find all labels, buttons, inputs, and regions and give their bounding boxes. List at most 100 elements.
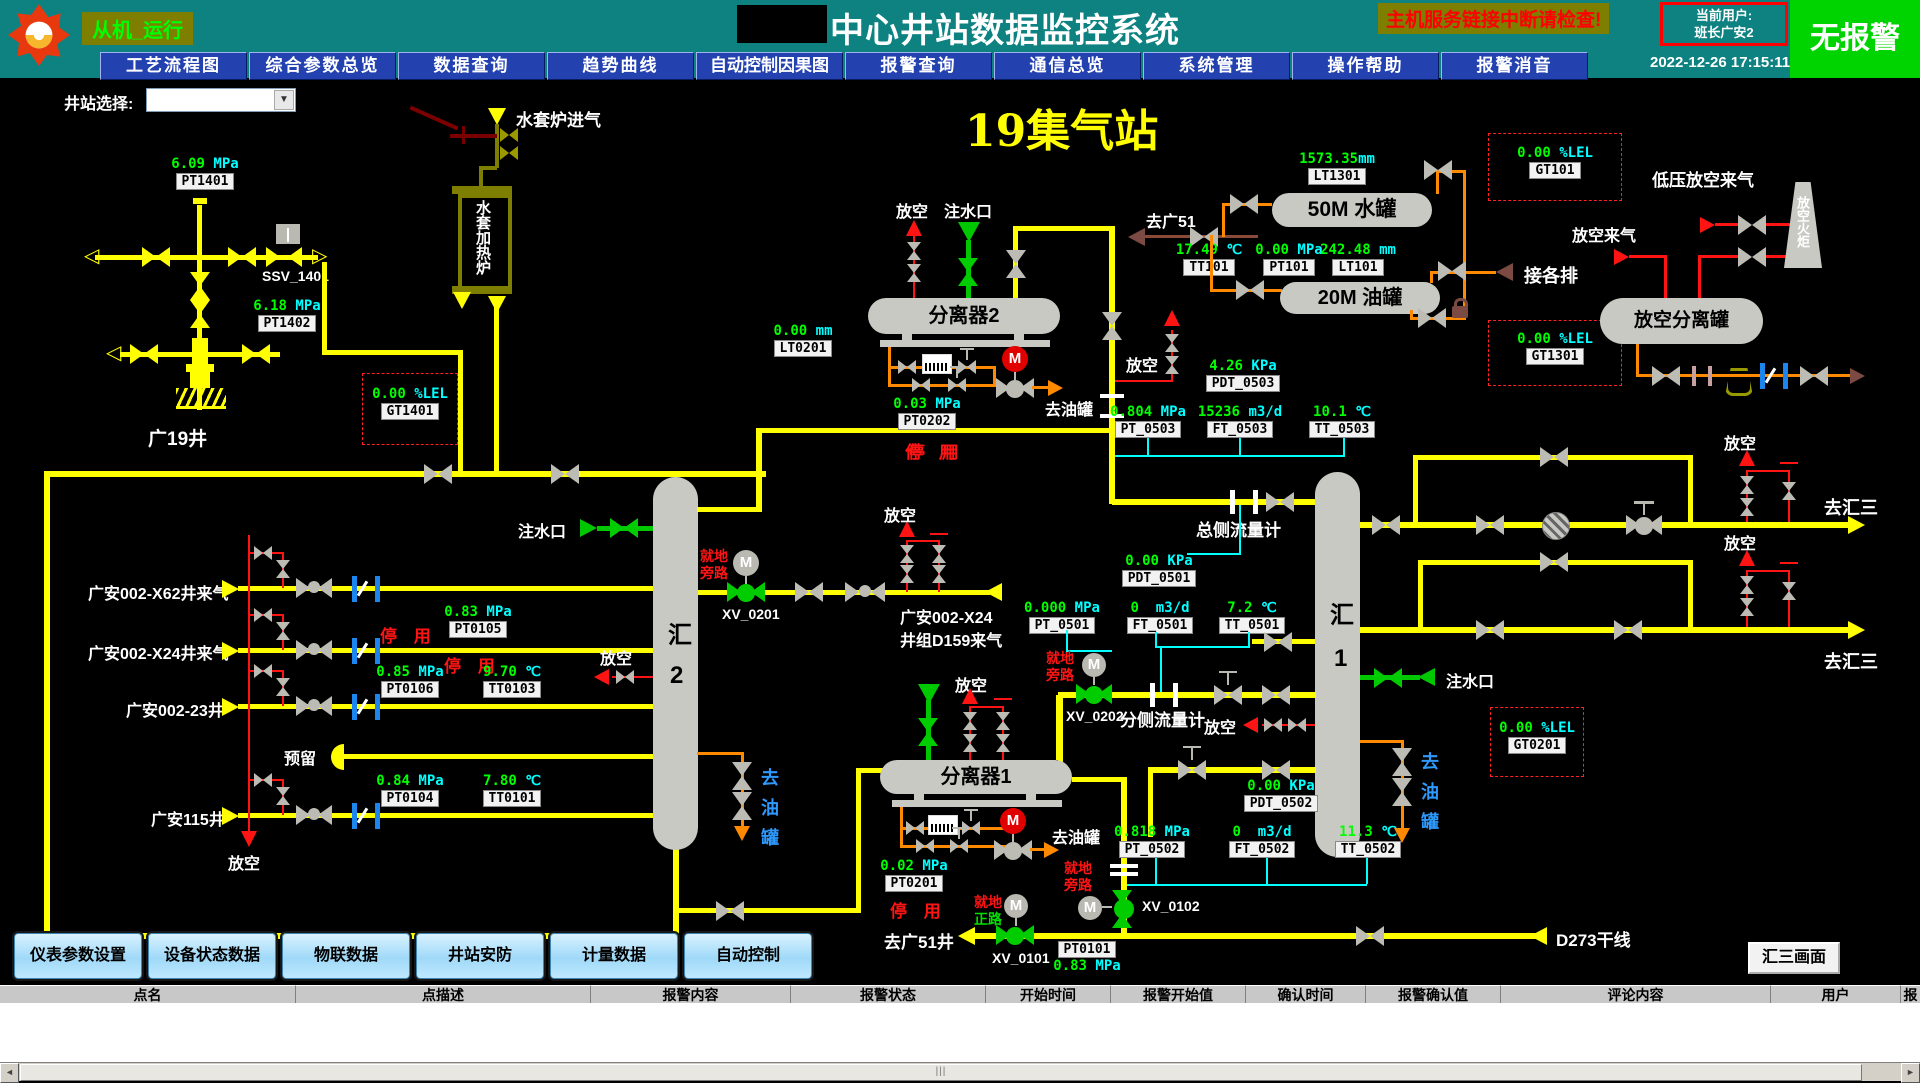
valve[interactable] [1438,261,1466,281]
alarm-list-area[interactable] [0,1003,1920,1062]
btn-instrument-params[interactable]: 仪表参数设置 [14,933,142,979]
col-alarm-confirm-value[interactable]: 报警确认值 [1366,985,1501,1004]
valve[interactable] [142,247,170,267]
valve[interactable] [500,128,518,142]
valve[interactable] [907,264,921,282]
valve[interactable] [1614,620,1642,640]
valve[interactable] [1264,718,1282,732]
scroll-thumb[interactable]: ||| [20,1064,1862,1081]
valve[interactable] [900,545,914,563]
valve[interactable] [906,821,924,835]
col-point-name[interactable]: 点名 [0,985,296,1004]
btn-device-status[interactable]: 设备状态数据 [148,933,276,979]
col-clipped[interactable]: 报 [1901,985,1920,1004]
valve[interactable] [900,565,914,583]
valve[interactable] [948,378,966,392]
valve[interactable] [616,670,634,684]
valve[interactable] [1424,160,1452,180]
valve[interactable] [1165,334,1179,352]
motor-indicator[interactable]: M [1082,653,1106,677]
menu-system-manage[interactable]: 系统管理 [1143,52,1290,80]
valve[interactable] [932,545,946,563]
col-point-desc[interactable]: 点描述 [296,985,591,1004]
btn-station-security[interactable]: 井站安防 [416,933,544,979]
valve[interactable] [1266,492,1294,512]
valve[interactable] [1102,312,1122,340]
valve[interactable] [276,560,290,578]
valve[interactable] [1652,366,1680,386]
valve[interactable] [254,546,272,560]
btn-metering-data[interactable]: 计量数据 [550,933,678,979]
valve[interactable] [1178,760,1206,780]
valve[interactable] [1264,632,1292,652]
valve[interactable] [996,734,1010,752]
valve[interactable] [190,272,210,300]
valve[interactable] [1262,760,1290,780]
col-alarm-content[interactable]: 报警内容 [591,985,791,1004]
valve[interactable] [963,734,977,752]
col-alarm-state[interactable]: 报警状态 [791,985,986,1004]
valve[interactable] [732,762,752,790]
valve[interactable] [916,839,934,853]
valve[interactable] [242,344,270,364]
menu-auto-control-map[interactable]: 自动控制因果图 [696,52,843,80]
col-comment[interactable]: 评论内容 [1501,985,1771,1004]
valve[interactable] [130,344,158,364]
motor-indicator[interactable]: M [733,550,759,576]
valve[interactable] [254,608,272,622]
menu-comm-overview[interactable]: 通信总览 [994,52,1141,80]
valve[interactable] [1740,576,1754,594]
valve[interactable] [1236,280,1264,300]
menu-alarm-mute[interactable]: 报警消音 [1441,52,1588,80]
valve-ssv1401[interactable] [266,247,302,267]
valve[interactable] [1392,748,1412,776]
motor-indicator[interactable]: M [1004,894,1028,918]
col-confirm-time[interactable]: 确认时间 [1246,985,1366,1004]
valve[interactable] [1230,194,1258,214]
scroll-right-arrow[interactable]: ► [1901,1063,1920,1083]
valve[interactable] [1740,498,1754,516]
valve[interactable] [254,773,272,787]
valve[interactable] [1392,778,1412,806]
btn-iot-data[interactable]: 物联数据 [282,933,410,979]
valve[interactable] [1476,620,1504,640]
menu-data-query[interactable]: 数据查询 [398,52,545,80]
hui3-screen-button[interactable]: 汇三画面 [1748,942,1840,974]
valve[interactable] [551,464,579,484]
horizontal-scrollbar[interactable]: ◄ ||| ► [0,1062,1920,1081]
motor-indicator[interactable]: M [1078,896,1102,920]
valve[interactable] [732,792,752,820]
valve[interactable] [898,360,916,374]
valve[interactable] [950,839,968,853]
col-start-time[interactable]: 开始时间 [986,985,1111,1004]
valve[interactable] [1476,515,1504,535]
scroll-left-arrow[interactable]: ◄ [0,1063,19,1083]
valve[interactable] [1374,668,1402,688]
motor-valve-indicator[interactable]: M [1002,346,1028,372]
valve[interactable] [716,901,744,921]
menu-trend-curve[interactable]: 趋势曲线 [547,52,694,80]
valve[interactable] [1800,366,1828,386]
valve[interactable] [276,678,290,696]
valve[interactable] [228,247,256,267]
valve[interactable] [1740,598,1754,616]
valve[interactable] [424,464,452,484]
menu-alarm-query[interactable]: 报警查询 [845,52,992,80]
menu-help[interactable]: 操作帮助 [1292,52,1439,80]
valve[interactable] [1165,356,1179,374]
valve[interactable] [918,718,938,746]
valve[interactable] [1740,476,1754,494]
valve[interactable] [500,146,518,160]
valve[interactable] [1356,926,1384,946]
valve[interactable] [1782,482,1796,500]
valve[interactable] [276,787,290,805]
col-alarm-start-value[interactable]: 报警开始值 [1111,985,1246,1004]
valve[interactable] [1540,447,1568,467]
valve[interactable] [1782,582,1796,600]
chevron-down-icon[interactable]: ▼ [274,90,294,110]
valve[interactable] [1418,308,1446,328]
valve[interactable] [1214,685,1242,705]
menu-process-flow[interactable]: 工艺流程图 [100,52,247,80]
valve[interactable] [912,378,930,392]
valve[interactable] [1372,515,1400,535]
